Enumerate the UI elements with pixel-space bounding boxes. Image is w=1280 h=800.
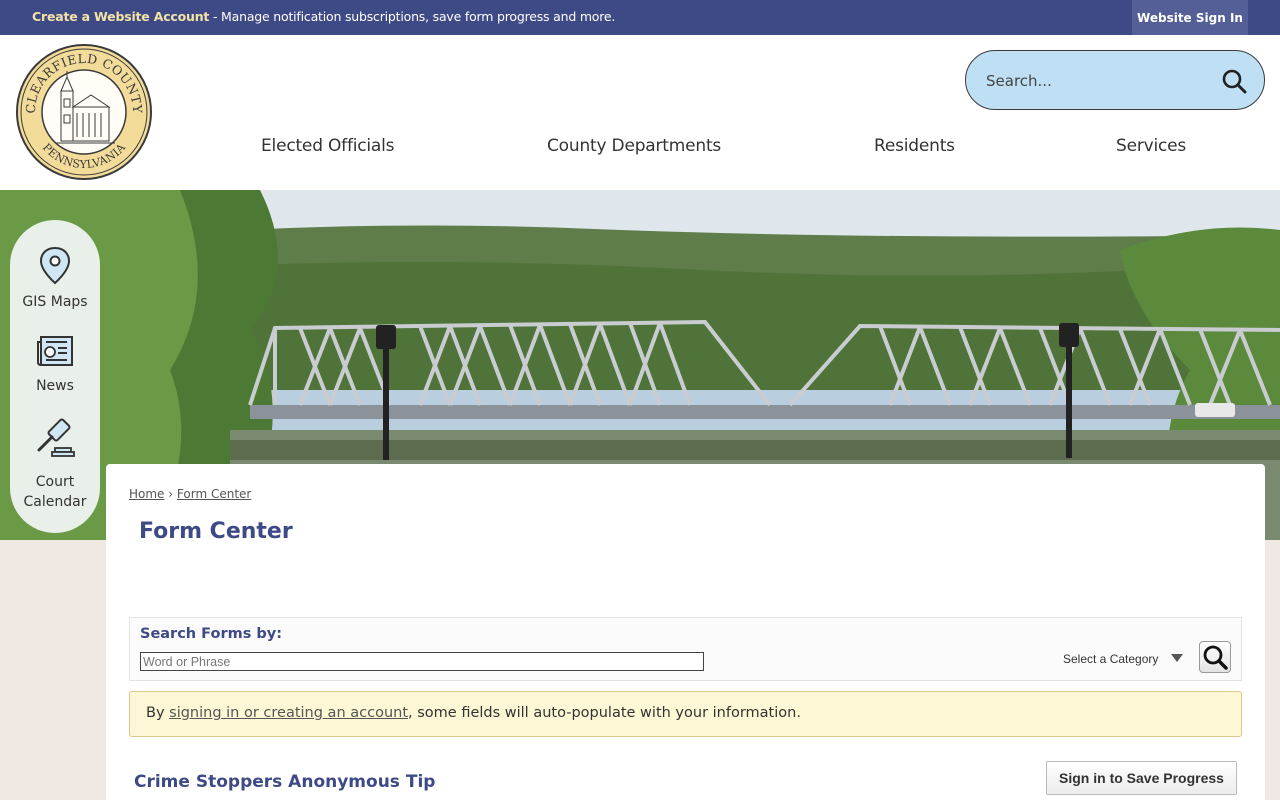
quick-link-calendar-label: Calendar <box>23 494 87 510</box>
quick-link-court-calendar[interactable]: Court Calendar <box>10 418 100 512</box>
account-message: Create a Website Account - Manage notifi… <box>32 9 615 24</box>
breadcrumb-form-center[interactable]: Form Center <box>177 487 251 501</box>
nav-county-departments[interactable]: County Departments <box>547 136 721 156</box>
map-pin-icon <box>39 246 71 285</box>
search-forms-panel: Search Forms by: Select a Category <box>129 617 1242 681</box>
search-icon <box>1203 645 1228 670</box>
site-search <box>965 50 1265 110</box>
notice-prefix: By <box>146 705 170 721</box>
breadcrumb-separator: › <box>168 487 174 501</box>
quick-link-news-label: News <box>36 378 74 394</box>
breadcrumb: Home › Form Center <box>129 487 251 501</box>
nav-residents[interactable]: Residents <box>874 136 955 156</box>
sign-in-link[interactable]: signing in or creating an account <box>169 705 408 721</box>
create-account-link[interactable]: Create a Website Account <box>32 9 209 24</box>
quick-links-panel: GIS Maps News Court Calendar <box>10 220 100 533</box>
search-forms-button[interactable] <box>1199 641 1231 673</box>
category-select[interactable]: Select a Category <box>1063 652 1158 666</box>
quick-link-gis-maps[interactable]: GIS Maps <box>10 246 100 310</box>
search-icon[interactable] <box>1221 68 1247 94</box>
quick-link-news[interactable]: News <box>10 334 100 394</box>
website-sign-in-button[interactable]: Website Sign In <box>1132 0 1248 35</box>
county-seal-logo[interactable]: CLEARFIELD COUNTY PENNSYLVANIA <box>15 43 153 181</box>
nav-elected-officials[interactable]: Elected Officials <box>261 136 395 156</box>
chevron-down-icon[interactable] <box>1171 654 1183 662</box>
main-content: Home › Form Center Form Center Search Fo… <box>106 464 1265 800</box>
search-forms-input[interactable] <box>140 652 704 671</box>
gavel-icon <box>37 418 75 457</box>
page-title: Form Center <box>139 519 293 544</box>
top-notification-bar: Create a Website Account - Manage notifi… <box>0 0 1280 35</box>
breadcrumb-home[interactable]: Home <box>129 487 164 501</box>
sign-in-notice: By signing in or creating an account, so… <box>129 691 1242 737</box>
account-message-text: - Manage notification subscriptions, sav… <box>209 9 616 24</box>
newspaper-icon <box>37 336 73 366</box>
quick-link-court-label: Court <box>35 474 75 490</box>
form-title-crime-stoppers[interactable]: Crime Stoppers Anonymous Tip <box>134 772 435 792</box>
sign-in-save-progress-button[interactable]: Sign in to Save Progress <box>1046 761 1237 795</box>
notice-suffix: , some fields will auto-populate with yo… <box>408 705 801 721</box>
quick-link-gis-maps-label: GIS Maps <box>22 294 88 310</box>
nav-services[interactable]: Services <box>1116 136 1186 156</box>
site-search-input[interactable] <box>986 67 1206 95</box>
site-header: CLEARFIELD COUNTY PENNSYLVANIA Elected O… <box>0 35 1280 190</box>
search-forms-label: Search Forms by: <box>140 626 283 642</box>
